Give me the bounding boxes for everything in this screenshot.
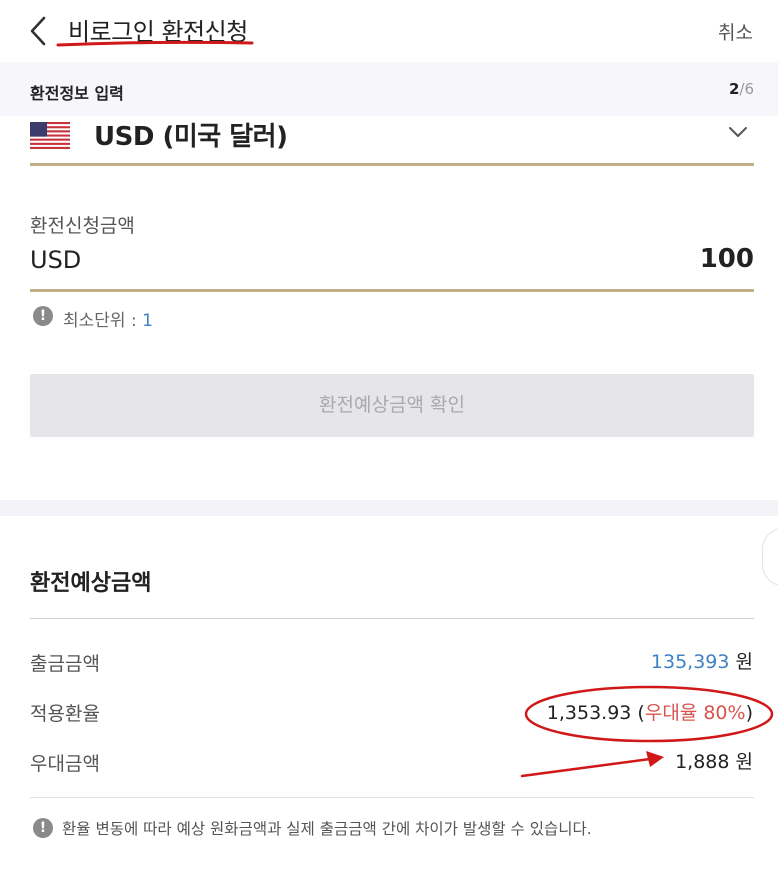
info-icon: ! <box>33 818 53 838</box>
amount-field-label: 환전신청금액 <box>30 215 135 237</box>
amount-unit: USD <box>30 246 82 274</box>
cancel-button[interactable]: 취소 <box>718 18 753 45</box>
min-unit-label: 최소단위 : <box>63 311 137 331</box>
discount-amount-number: 1,888 <box>675 751 730 773</box>
step-current: 2 <box>728 80 740 98</box>
withdrawal-amount-number: 135,393 <box>650 651 730 673</box>
amount-input[interactable]: 100 <box>700 244 754 274</box>
discount-amount-value: 1,888 원 <box>675 747 753 774</box>
step-title: 환전정보 입력 <box>30 84 124 103</box>
us-flag-icon <box>30 122 70 149</box>
section-divider <box>0 500 778 516</box>
red-arrow-annotation <box>520 751 664 778</box>
currency-unit: 원 <box>735 651 753 673</box>
withdrawal-amount-value: 135,393 원 <box>651 647 753 674</box>
info-icon: ! <box>33 306 53 326</box>
check-estimate-button[interactable]: 환전예상금액 확인 <box>30 374 754 437</box>
applied-rate-label: 적용환율 <box>30 703 100 725</box>
currency-select-value[interactable]: USD (미국 달러) <box>94 116 288 153</box>
estimate-divider <box>30 618 754 619</box>
currency-select-underline <box>30 163 754 166</box>
red-circle-annotation <box>524 685 774 743</box>
back-arrow-icon[interactable] <box>26 14 56 48</box>
red-underline-annotation <box>56 40 254 47</box>
withdrawal-amount-label: 출금금액 <box>30 653 100 675</box>
discount-amount-label: 우대금액 <box>30 753 100 775</box>
min-unit-text: 최소단위 : 1 <box>63 306 153 331</box>
chevron-down-icon[interactable] <box>728 125 748 139</box>
currency-unit: 원 <box>735 751 753 773</box>
step-total: 6 <box>744 80 754 98</box>
min-unit-value: 1 <box>142 311 153 331</box>
estimate-section-title: 환전예상금액 <box>30 571 152 596</box>
amount-input-underline <box>30 289 754 292</box>
exchange-notice: 환율 변동에 따라 예상 원화금액과 실제 출금금액 간에 차이가 발생할 수 … <box>62 820 592 838</box>
step-counter: 2/6 <box>729 80 754 98</box>
side-scroll-handle[interactable] <box>762 528 778 586</box>
notice-divider <box>30 797 754 798</box>
